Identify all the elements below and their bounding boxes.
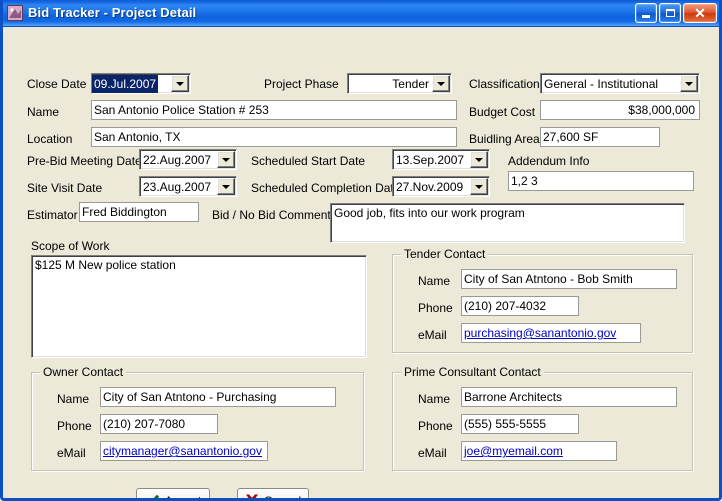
owner-contact-phone-input[interactable]: (210) 207-7080 — [100, 414, 218, 434]
accept-label-post: ccept — [172, 493, 202, 501]
scope-of-work-label: Scope of Work — [31, 239, 110, 253]
bid-tracker-window: Bid Tracker - Project Detail ✕ Close Dat… — [0, 0, 722, 501]
owner-contact-title: Owner Contact — [40, 365, 127, 379]
scheduled-completion-date-label: Scheduled Completion Date — [251, 181, 401, 195]
cancel-button-label: Cancel — [264, 493, 302, 501]
site-visit-date-combo[interactable]: 23.Aug.2007 — [139, 176, 237, 197]
minimize-icon — [636, 4, 656, 22]
close-date-label: Close Date — [27, 77, 87, 91]
chevron-down-icon[interactable] — [470, 151, 488, 168]
tender-contact-title: Tender Contact — [401, 247, 489, 261]
prime-consultant-name-input[interactable]: Barrone Architects — [461, 387, 677, 407]
location-label: Location — [27, 132, 73, 146]
pre-bid-meeting-date-label: Pre-Bid Meeting Date — [27, 154, 142, 168]
owner-contact-email-label: eMail — [57, 446, 86, 460]
app-icon — [7, 5, 23, 21]
tender-contact-phone-label: Phone — [418, 301, 453, 315]
building-area-input[interactable]: 27,600 SF — [540, 127, 660, 147]
red-x-icon — [246, 494, 258, 498]
scheduled-start-date-value: 13.Sep.2007 — [396, 152, 465, 167]
project-phase-combo[interactable]: Tender — [347, 73, 452, 94]
tender-contact-email-label: eMail — [418, 328, 447, 342]
cancel-button[interactable]: Cancel — [237, 488, 309, 501]
chevron-down-icon[interactable] — [470, 178, 488, 195]
accept-accel: A — [164, 493, 173, 501]
chevron-down-icon[interactable] — [432, 75, 450, 92]
pre-bid-meeting-date-value: 22.Aug.2007 — [143, 152, 212, 167]
scheduled-start-date-label: Scheduled Start Date — [251, 154, 366, 168]
building-area-label: Buidling Area — [469, 132, 540, 146]
prime-consultant-email-label: eMail — [418, 446, 447, 460]
classification-label: Classification — [469, 77, 540, 91]
owner-contact-email-link[interactable]: citymanager@sanantonio.gov — [100, 441, 268, 461]
project-phase-value: Tender — [392, 76, 429, 91]
tender-contact-name-input[interactable]: City of San Atntono - Bob Smith — [461, 269, 677, 289]
tender-contact-phone-input[interactable]: (210) 207-4032 — [461, 296, 579, 316]
scope-of-work-textarea[interactable]: $125 M New police station — [31, 255, 367, 358]
prime-consultant-name-label: Name — [418, 392, 451, 406]
addendum-info-label: Addendum Info — [508, 154, 590, 168]
maximize-icon — [660, 4, 680, 22]
chevron-down-icon[interactable] — [217, 178, 235, 195]
name-input[interactable]: San Antonio Police Station # 253 — [91, 100, 457, 120]
prime-consultant-phone-input[interactable]: (555) 555-5555 — [461, 414, 579, 434]
chevron-down-icon[interactable] — [171, 75, 189, 92]
classification-combo[interactable]: General - Institutional — [540, 73, 700, 94]
owner-contact-name-label: Name — [57, 392, 90, 406]
close-date-combo[interactable]: 09.Jul.2007 — [91, 73, 191, 94]
owner-contact-name-input[interactable]: City of San Atntono - Purchasing — [100, 387, 336, 407]
bid-comments-label: Bid / No Bid Comments — [212, 208, 337, 222]
scheduled-completion-date-combo[interactable]: 27.Nov.2009 — [392, 176, 490, 197]
tender-contact-group: Tender Contact Name City of San Atntono … — [392, 247, 693, 353]
close-date-value: 09.Jul.2007 — [92, 74, 159, 93]
site-visit-date-value: 23.Aug.2007 — [143, 179, 212, 194]
green-check-icon — [153, 494, 159, 498]
close-icon: ✕ — [694, 4, 706, 21]
tender-contact-name-label: Name — [418, 274, 451, 288]
project-phase-label: Project Phase — [264, 77, 339, 91]
name-label: Name — [27, 105, 60, 119]
scheduled-completion-date-value: 27.Nov.2009 — [396, 179, 464, 194]
maximize-button[interactable] — [659, 3, 681, 23]
location-input[interactable]: San Antonio, TX — [91, 127, 457, 147]
prime-consultant-contact-title: Prime Consultant Contact — [401, 365, 544, 379]
chevron-down-icon[interactable] — [217, 151, 235, 168]
chevron-down-icon[interactable] — [680, 75, 698, 92]
budget-cost-input[interactable]: $38,000,000 — [540, 100, 700, 120]
form-client-area: Close Date 09.Jul.2007 Project Phase Ten… — [3, 27, 719, 498]
prime-consultant-email-link[interactable]: joe@myemail.com — [461, 441, 617, 461]
addendum-info-input[interactable]: 1,2 3 — [508, 171, 694, 191]
prime-consultant-phone-label: Phone — [418, 419, 453, 433]
site-visit-date-label: Site Visit Date — [27, 181, 103, 195]
estimator-input[interactable]: Fred Biddington — [79, 202, 199, 222]
owner-contact-phone-label: Phone — [57, 419, 92, 433]
budget-cost-label: Budget Cost — [469, 105, 536, 119]
close-button[interactable]: ✕ — [683, 3, 717, 23]
classification-value: General - Institutional — [544, 76, 659, 91]
accept-button-label: Accept — [164, 493, 202, 501]
minimize-button[interactable] — [635, 3, 657, 23]
scheduled-start-date-combo[interactable]: 13.Sep.2007 — [392, 149, 490, 170]
owner-contact-group: Owner Contact Name City of San Atntono -… — [31, 365, 364, 471]
pre-bid-meeting-date-combo[interactable]: 22.Aug.2007 — [139, 149, 237, 170]
title-bar[interactable]: Bid Tracker - Project Detail ✕ — [3, 0, 719, 27]
prime-consultant-contact-group: Prime Consultant Contact Name Barrone Ar… — [392, 365, 693, 471]
window-title: Bid Tracker - Project Detail — [28, 6, 197, 20]
accept-button[interactable]: Accept — [136, 488, 210, 501]
estimator-label: Estimator — [27, 208, 78, 222]
tender-contact-email-link[interactable]: purchasing@sanantonio.gov — [461, 323, 641, 343]
cancel-label-post: ancel — [272, 493, 302, 501]
bid-comments-textarea[interactable]: Good job, fits into our work program — [330, 203, 685, 243]
